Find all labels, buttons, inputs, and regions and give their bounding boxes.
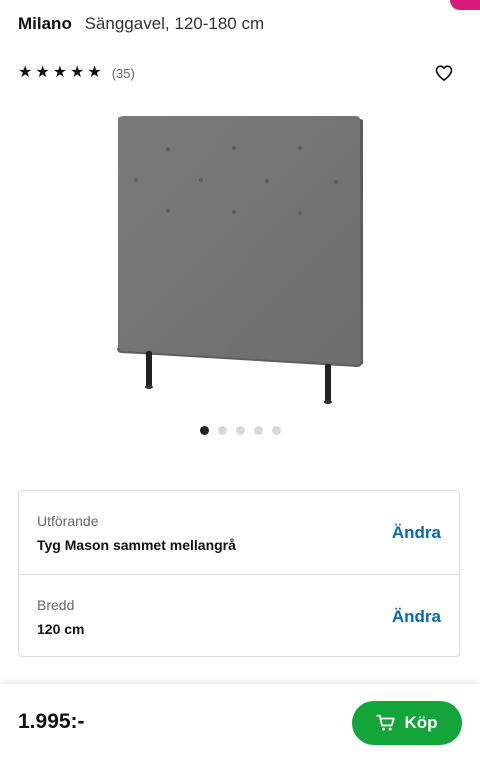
carousel-dot[interactable] xyxy=(217,426,227,435)
product-title: Milano Sänggavel, 120-180 cm xyxy=(18,14,264,34)
star-icon: ★ xyxy=(87,64,102,81)
option-label: Bredd xyxy=(37,597,75,613)
option-value: Tyg Mason sammet mellangrå xyxy=(37,537,236,553)
product-options: Utförande Tyg Mason sammet mellangrå Änd… xyxy=(18,490,460,657)
carousel-dot[interactable] xyxy=(253,426,263,435)
change-width-button[interactable]: Ändra xyxy=(392,607,441,627)
star-icon: ★ xyxy=(35,64,50,81)
star-icon: ★ xyxy=(18,64,33,81)
option-finish[interactable]: Utförande Tyg Mason sammet mellangrå Änd… xyxy=(19,491,459,574)
cart-icon xyxy=(376,714,396,731)
headboard-image xyxy=(117,116,363,404)
purchase-bar: 1.995:- Köp xyxy=(0,684,480,764)
price: 1.995:- xyxy=(18,710,85,733)
carousel-dot[interactable] xyxy=(235,426,245,435)
rating[interactable]: ★ ★ ★ ★ ★ (35) xyxy=(18,64,135,82)
carousel-dots[interactable] xyxy=(0,426,480,435)
star-icon: ★ xyxy=(52,64,68,81)
heart-icon[interactable] xyxy=(434,63,454,83)
buy-button-label: Köp xyxy=(404,713,438,732)
product-description: Sänggavel, 120-180 cm xyxy=(84,14,265,33)
carousel-dot[interactable] xyxy=(271,426,281,435)
star-icon: ★ xyxy=(70,64,85,81)
carousel-dot[interactable] xyxy=(199,426,209,435)
option-width[interactable]: Bredd 120 cm Ändra xyxy=(19,574,459,657)
product-brand: Milano xyxy=(18,14,72,33)
buy-button[interactable]: Köp xyxy=(352,701,462,745)
star-rating: ★ ★ ★ ★ ★ xyxy=(18,64,102,82)
corner-badge[interactable] xyxy=(450,0,480,10)
option-label: Utförande xyxy=(37,513,99,529)
option-value: 120 cm xyxy=(37,621,85,637)
change-finish-button[interactable]: Ändra xyxy=(392,523,441,543)
review-count: (35) xyxy=(111,65,135,81)
